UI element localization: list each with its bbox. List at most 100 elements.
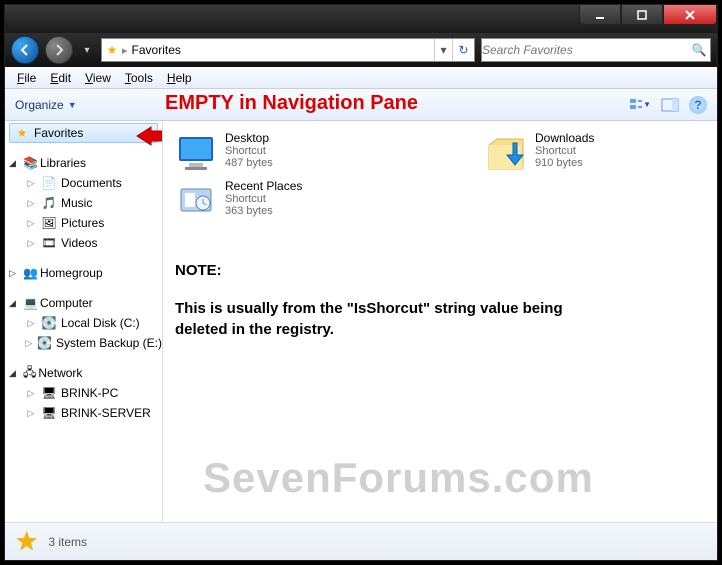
nav-favorites-label: Favorites <box>34 126 83 140</box>
nav-homegroup[interactable]: ▷ 👥 Homegroup <box>5 263 162 283</box>
search-box[interactable]: 🔍 <box>481 38 711 62</box>
nav-item-label: System Backup (E:) <box>56 336 162 350</box>
star-icon: ★ <box>14 126 30 140</box>
nav-item-label: Videos <box>61 236 97 250</box>
expand-icon[interactable]: ▷ <box>25 198 37 209</box>
expand-icon[interactable]: ▷ <box>25 338 33 349</box>
file-size: 363 bytes <box>225 205 302 217</box>
nav-item-label: Local Disk (C:) <box>61 316 140 330</box>
note-label: NOTE: <box>175 261 605 281</box>
nav-item-label: Pictures <box>61 216 104 230</box>
file-name: Downloads <box>535 131 594 145</box>
file-size: 910 bytes <box>535 157 594 169</box>
nav-documents[interactable]: ▷ 📄 Documents <box>5 173 162 193</box>
window-titlebar <box>5 5 717 33</box>
desktop-icon <box>175 131 217 173</box>
expand-icon[interactable]: ▷ <box>25 218 37 229</box>
help-button[interactable]: ? <box>689 96 707 114</box>
expand-icon[interactable]: ▷ <box>25 318 37 329</box>
annotation-note: NOTE: This is usually from the "IsShorcu… <box>175 261 605 340</box>
collapse-icon[interactable]: ◢ <box>9 298 21 309</box>
pictures-icon: 🖼 <box>41 216 57 230</box>
status-bar: ★ 3 items <box>5 522 717 560</box>
forward-button[interactable] <box>45 36 73 64</box>
nav-network[interactable]: ◢ 🖧 Network <box>5 363 162 383</box>
file-desktop[interactable]: Desktop Shortcut 487 bytes <box>175 131 395 173</box>
recent-places-icon <box>175 179 217 221</box>
file-size: 487 bytes <box>225 157 273 169</box>
nav-music[interactable]: ▷ 🎵 Music <box>5 193 162 213</box>
content-pane: Desktop Shortcut 487 bytes Downloads Sho… <box>163 121 717 522</box>
nav-libraries[interactable]: ◢ 📚 Libraries <box>5 153 162 173</box>
watermark: SevenForums.com <box>203 454 594 502</box>
nav-computer[interactable]: ◢ 💻 Computer <box>5 293 162 313</box>
nav-drive-e[interactable]: ▷ 💽 System Backup (E:) <box>5 333 162 353</box>
command-bar: Organize ▼ EMPTY in Navigation Pane ▼ ? <box>5 89 717 121</box>
network-icon: 🖧 <box>23 363 36 384</box>
window-minimize-button[interactable] <box>579 5 621 25</box>
menu-help[interactable]: Help <box>161 69 198 87</box>
status-count: 3 items <box>48 535 87 549</box>
window-close-button[interactable] <box>663 5 717 25</box>
nav-homegroup-label: Homegroup <box>40 266 103 280</box>
organize-button[interactable]: Organize ▼ <box>15 98 77 112</box>
file-name: Recent Places <box>225 179 302 193</box>
nav-item-label: BRINK-SERVER <box>61 406 151 420</box>
menu-file[interactable]: File <box>11 69 42 87</box>
collapse-icon[interactable]: ◢ <box>9 158 21 169</box>
search-icon[interactable]: 🔍 <box>688 43 710 57</box>
documents-icon: 📄 <box>41 176 57 190</box>
note-body: This is usually from the "IsShorcut" str… <box>175 299 605 340</box>
nav-item-label: Documents <box>61 176 122 190</box>
nav-drive-c[interactable]: ▷💽Local Disk (C:) <box>5 313 162 333</box>
back-button[interactable] <box>11 36 39 64</box>
downloads-icon <box>485 131 527 173</box>
address-dropdown[interactable]: ▾ <box>434 39 452 61</box>
nav-network-label: Network <box>38 366 82 380</box>
annotation-heading: EMPTY in Navigation Pane <box>165 92 418 115</box>
menu-tools[interactable]: Tools <box>119 69 159 87</box>
view-options-button[interactable]: ▼ <box>629 94 651 116</box>
drive-icon: 💽 <box>37 336 52 350</box>
organize-label: Organize <box>15 98 64 112</box>
nav-host-pc[interactable]: ▷ 🖥 BRINK-PC <box>5 383 162 403</box>
navigation-row: ▾ ★ ▸ Favorites ▾ ↻ 🔍 <box>5 33 717 67</box>
menu-edit[interactable]: Edit <box>44 69 77 87</box>
nav-item-label: BRINK-PC <box>61 386 118 400</box>
expand-icon[interactable]: ▷ <box>25 408 37 419</box>
expand-icon[interactable]: ▷ <box>9 268 21 279</box>
refresh-button[interactable]: ↻ <box>452 39 474 61</box>
nav-item-label: Music <box>61 196 92 210</box>
address-bar[interactable]: ★ ▸ Favorites ▾ ↻ <box>101 38 475 62</box>
nav-pictures[interactable]: ▷ 🖼 Pictures <box>5 213 162 233</box>
expand-icon[interactable]: ▷ <box>25 178 37 189</box>
computer-icon: 💻 <box>23 296 38 310</box>
file-name: Desktop <box>225 131 273 145</box>
file-downloads[interactable]: Downloads Shortcut 910 bytes <box>485 131 705 173</box>
homegroup-icon: 👥 <box>23 266 38 280</box>
collapse-icon[interactable]: ◢ <box>9 368 21 379</box>
computer-icon: 🖥 <box>41 406 57 420</box>
file-type: Shortcut <box>535 145 594 157</box>
computer-icon: 🖥 <box>41 386 57 400</box>
videos-icon: 🎞 <box>41 236 57 250</box>
window-maximize-button[interactable] <box>621 5 663 25</box>
nav-videos[interactable]: ▷ 🎞 Videos <box>5 233 162 253</box>
search-input[interactable] <box>482 43 688 57</box>
star-icon: ★ <box>102 43 122 57</box>
nav-computer-label: Computer <box>40 296 93 310</box>
expand-icon[interactable]: ▷ <box>25 388 37 399</box>
menu-view[interactable]: View <box>79 69 117 87</box>
preview-pane-button[interactable] <box>659 94 681 116</box>
star-icon: ★ <box>15 526 38 557</box>
chevron-down-icon: ▼ <box>643 100 651 109</box>
file-recent-places[interactable]: Recent Places Shortcut 363 bytes <box>175 179 395 221</box>
file-type: Shortcut <box>225 145 273 157</box>
expand-icon[interactable]: ▷ <box>25 238 37 249</box>
chevron-down-icon: ▼ <box>68 100 77 110</box>
file-type: Shortcut <box>225 193 302 205</box>
history-dropdown[interactable]: ▾ <box>79 38 95 62</box>
music-icon: 🎵 <box>41 196 57 210</box>
breadcrumb-location[interactable]: Favorites <box>128 43 185 57</box>
nav-host-server[interactable]: ▷ 🖥 BRINK-SERVER <box>5 403 162 423</box>
